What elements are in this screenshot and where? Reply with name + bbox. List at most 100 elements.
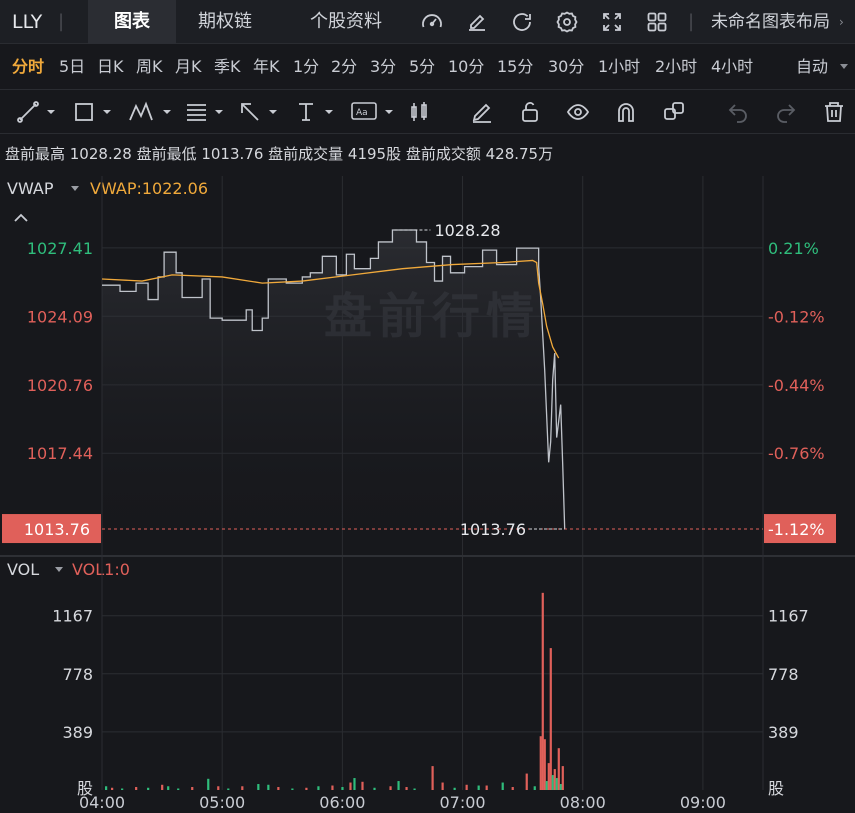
fibonacci-tool-icon[interactable] bbox=[184, 100, 228, 124]
volume-bar bbox=[547, 763, 550, 790]
text-tool-icon[interactable] bbox=[294, 100, 338, 124]
drawing-toolbar: Aa bbox=[0, 90, 855, 134]
volume-bar bbox=[543, 739, 546, 790]
volume-bar bbox=[551, 775, 554, 790]
period-bar: 分时 5日 日K 周K 月K 季K 年K 1分 2分 3分 5分 10分 15分… bbox=[0, 44, 855, 90]
scale-mode-select[interactable]: 自动 bbox=[796, 44, 828, 90]
edit-icon[interactable] bbox=[465, 10, 489, 34]
volume-bar bbox=[227, 788, 230, 790]
price-tick-label: 1020.76 bbox=[27, 376, 93, 395]
period-30min[interactable]: 30分 bbox=[548, 44, 584, 90]
trash-icon[interactable] bbox=[822, 100, 846, 124]
period-15min[interactable]: 15分 bbox=[497, 44, 533, 90]
scale-mode-chevron-icon[interactable] bbox=[840, 64, 848, 69]
fullscreen-icon[interactable] bbox=[600, 10, 624, 34]
period-1min[interactable]: 1分 bbox=[293, 44, 319, 90]
undo-icon[interactable] bbox=[726, 100, 750, 124]
period-4hour[interactable]: 4小时 bbox=[711, 44, 753, 90]
volume-bar bbox=[539, 736, 542, 790]
copy-icon[interactable] bbox=[662, 100, 686, 124]
volume-bar bbox=[267, 784, 270, 790]
percent-tick-label: 0.21% bbox=[768, 239, 819, 258]
redo-icon[interactable] bbox=[774, 100, 798, 124]
period-5min[interactable]: 5分 bbox=[409, 44, 435, 90]
layout-chevron-icon[interactable]: › bbox=[839, 0, 844, 44]
volume-tick-label-left: 1167 bbox=[52, 607, 93, 626]
period-yearly[interactable]: 年K bbox=[253, 44, 280, 90]
svg-text:Aa: Aa bbox=[356, 108, 368, 118]
rectangle-tool-icon[interactable] bbox=[72, 100, 116, 124]
period-intraday[interactable]: 分时 bbox=[12, 44, 44, 90]
volume-bar bbox=[413, 788, 416, 790]
period-10min[interactable]: 10分 bbox=[448, 44, 484, 90]
volume-bar bbox=[257, 784, 260, 790]
volume-bar bbox=[533, 786, 536, 790]
period-daily[interactable]: 日K bbox=[97, 44, 124, 90]
volume-bar bbox=[555, 778, 558, 790]
magnet-icon[interactable] bbox=[614, 100, 638, 124]
refresh-icon[interactable] bbox=[510, 10, 534, 34]
time-axis-label: 08:00 bbox=[560, 793, 606, 812]
volume-bar bbox=[277, 787, 280, 790]
eye-icon[interactable] bbox=[566, 100, 590, 124]
volume-bar bbox=[397, 781, 400, 790]
tab-stock-profile[interactable]: 个股资料 bbox=[310, 0, 382, 44]
grid-layout-icon[interactable] bbox=[645, 10, 669, 34]
time-axis-label: 05:00 bbox=[199, 793, 245, 812]
volume-bar bbox=[317, 786, 320, 790]
settings-icon[interactable] bbox=[555, 10, 579, 34]
line-tool-icon[interactable] bbox=[16, 100, 60, 124]
tab-chart[interactable]: 图表 bbox=[88, 0, 176, 44]
price-tick-label: 1017.44 bbox=[27, 444, 93, 463]
volume-bar bbox=[431, 766, 434, 790]
pattern-tool-icon[interactable] bbox=[128, 100, 176, 124]
volume-bar bbox=[557, 748, 560, 790]
current-price-label: 1013.76 bbox=[24, 520, 90, 539]
low-price-label: 1013.76 bbox=[460, 520, 526, 539]
annotation-tool-icon[interactable]: Aa bbox=[350, 100, 398, 124]
volume-bar bbox=[511, 787, 514, 790]
period-5day[interactable]: 5日 bbox=[59, 44, 85, 90]
price-volume-chart[interactable]: 盘前行情1028.281013.761027.411024.091020.761… bbox=[0, 172, 855, 813]
price-area bbox=[102, 229, 565, 555]
volume-bar bbox=[191, 787, 194, 790]
period-2hour[interactable]: 2小时 bbox=[655, 44, 697, 90]
volume-bar bbox=[167, 786, 170, 790]
volume-tick-label-right: 389 bbox=[768, 723, 799, 742]
volume-bar bbox=[135, 787, 138, 790]
period-1hour[interactable]: 1小时 bbox=[598, 44, 640, 90]
volume-bar bbox=[453, 787, 456, 790]
volume-bar bbox=[349, 782, 352, 790]
time-axis-label: 04:00 bbox=[79, 793, 125, 812]
period-quarterly[interactable]: 季K bbox=[214, 44, 241, 90]
arrow-tool-icon[interactable] bbox=[238, 100, 282, 124]
unlock-icon[interactable] bbox=[518, 100, 542, 124]
layout-name[interactable]: 未命名图表布局 bbox=[711, 0, 830, 44]
percent-tick-label: -0.76% bbox=[768, 444, 825, 463]
volume-bar bbox=[477, 785, 480, 790]
ticker-symbol[interactable]: LLY bbox=[12, 0, 42, 44]
volume-bar bbox=[553, 769, 556, 790]
price-tick-label: 1027.41 bbox=[27, 239, 93, 258]
volume-tick-label-right: 778 bbox=[768, 665, 799, 684]
gauge-icon[interactable] bbox=[420, 10, 444, 34]
volume-bar bbox=[373, 787, 376, 790]
period-3min[interactable]: 3分 bbox=[370, 44, 396, 90]
volume-bar bbox=[341, 787, 344, 790]
volume-bar bbox=[291, 788, 294, 790]
volume-bar bbox=[147, 787, 150, 790]
pencil-icon[interactable] bbox=[470, 100, 494, 124]
topbar-separator: | bbox=[688, 11, 695, 32]
volume-bar bbox=[545, 781, 548, 790]
high-price-label: 1028.28 bbox=[434, 221, 500, 240]
period-monthly[interactable]: 月K bbox=[175, 44, 202, 90]
volume-bar bbox=[485, 785, 488, 790]
tab-option-chain[interactable]: 期权链 bbox=[198, 0, 252, 44]
candle-tool-icon[interactable] bbox=[408, 100, 432, 124]
volume-bar bbox=[353, 778, 356, 790]
period-2min[interactable]: 2分 bbox=[331, 44, 357, 90]
period-weekly[interactable]: 周K bbox=[136, 44, 163, 90]
volume-bar bbox=[241, 786, 244, 790]
current-percent-label: -1.12% bbox=[768, 520, 825, 539]
volume-bar bbox=[541, 592, 544, 790]
